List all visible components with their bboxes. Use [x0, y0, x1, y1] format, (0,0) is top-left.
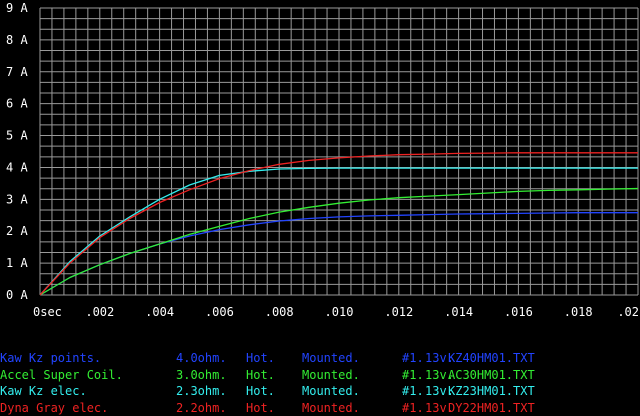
legend-mount: Mounted. — [302, 350, 360, 367]
legend-mount: Mounted. — [302, 400, 360, 416]
y-tick-label: 3 A — [6, 192, 28, 206]
legend-name: Kaw Kz elec. — [0, 383, 87, 400]
legend-temp: Hot. — [246, 383, 275, 400]
y-axis-ticks: 0 A 1 A 2 A 3 A 4 A 5 A 6 A 7 A 8 A 9 A — [6, 1, 28, 302]
legend-resistance: 3.0ohm. — [176, 367, 227, 384]
x-tick-label: .018 — [564, 305, 593, 319]
y-tick-label: 1 A — [6, 256, 28, 270]
x-tick-label: .010 — [325, 305, 354, 319]
y-tick-label: 7 A — [6, 65, 28, 79]
legend-resistance: 4.0ohm. — [176, 350, 227, 367]
y-tick-label: 0 A — [6, 288, 28, 302]
y-tick-label: 5 A — [6, 129, 28, 143]
legend-row: Accel Super Coil.3.0ohm.Hot.Mounted.#1.1… — [0, 367, 640, 384]
x-tick-label: .008 — [265, 305, 294, 319]
legend-resistance: 2.2ohm. — [176, 400, 227, 416]
y-tick-label: 4 A — [6, 160, 28, 174]
x-tick-label: .002 — [85, 305, 114, 319]
legend-file: KZ40HM01.TXT — [448, 350, 535, 367]
legend-number: #1. — [402, 383, 424, 400]
legend-file: DY22HM01.TXT — [448, 400, 535, 416]
legend-number: #1. — [402, 367, 424, 384]
legend-row: Dyna Gray elec.2.2ohm.Hot.Mounted.#1.13v… — [0, 400, 640, 416]
legend-row: Kaw Kz elec.2.3ohm.Hot.Mounted.#1.13v.KZ… — [0, 383, 640, 400]
legend-name: Accel Super Coil. — [0, 367, 123, 384]
legend-file: KZ23HM01.TXT — [448, 383, 535, 400]
legend-mount: Mounted. — [302, 367, 360, 384]
x-axis-ticks: 0sec .002 .004 .006 .008 .010 .012 .014 .016 .018… — [33, 305, 639, 319]
x-tick-label: .004 — [145, 305, 174, 319]
y-tick-label: 6 A — [6, 97, 28, 111]
y-tick-label: 2 A — [6, 224, 28, 238]
current-vs-time-chart: 0 A 1 A 2 A 3 A 4 A 5 A 6 A 7 A 8 A 9 A 0sec .002.… — [0, 0, 640, 330]
x-tick-label: .012 — [384, 305, 413, 319]
y-tick-label: 8 A — [6, 33, 28, 47]
x-tick-label: .016 — [504, 305, 533, 319]
legend: Kaw Kz points.4.0ohm.Hot.Mounted.#1.13v.… — [0, 350, 640, 416]
legend-row: Kaw Kz points.4.0ohm.Hot.Mounted.#1.13v.… — [0, 350, 640, 367]
legend-temp: Hot. — [246, 367, 275, 384]
legend-name: Kaw Kz points. — [0, 350, 101, 367]
legend-file: AC30HM01.TXT — [448, 367, 535, 384]
legend-mount: Mounted. — [302, 383, 360, 400]
legend-name: Dyna Gray elec. — [0, 400, 108, 416]
x-tick-label: .02 — [617, 305, 639, 319]
y-tick-label: 9 A — [6, 1, 28, 15]
legend-temp: Hot. — [246, 350, 275, 367]
x-tick-label: .014 — [444, 305, 473, 319]
x-tick-label: .006 — [205, 305, 234, 319]
x-tick-label: 0sec — [33, 305, 62, 319]
chart-grid — [40, 8, 638, 295]
legend-resistance: 2.3ohm. — [176, 383, 227, 400]
legend-temp: Hot. — [246, 400, 275, 416]
legend-number: #1. — [402, 350, 424, 367]
legend-number: #1. — [402, 400, 424, 416]
